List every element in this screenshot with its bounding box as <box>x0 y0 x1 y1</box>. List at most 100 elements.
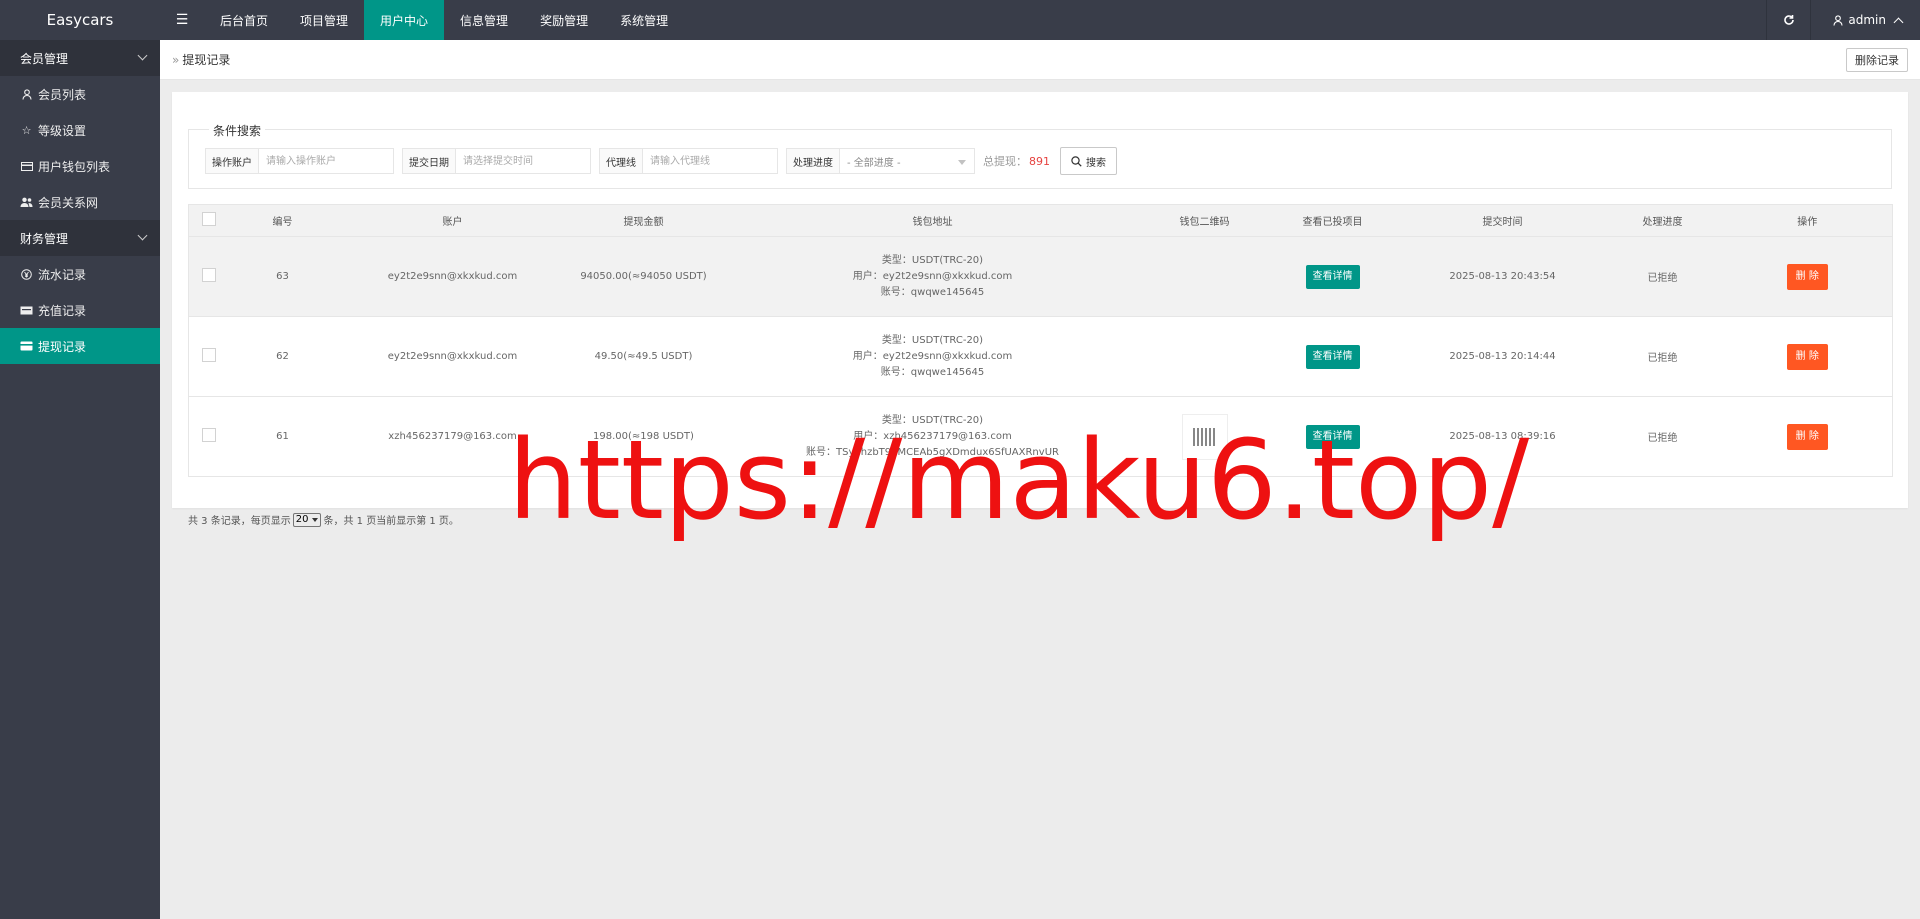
cell-status: 已拒绝 <box>1602 316 1723 397</box>
sidebar-group-members[interactable]: 会员管理 <box>0 40 160 76</box>
cell-action: 删 除 <box>1722 236 1893 317</box>
cell-account: ey2t2e9snn@xkxkud.com <box>336 236 569 317</box>
sidebar-item-flow-records[interactable]: 流水记录 <box>0 256 160 292</box>
account-filter: 操作账户 <box>205 148 394 174</box>
chevron-down-icon <box>137 50 148 61</box>
delete-button[interactable]: 删 除 <box>1786 423 1828 450</box>
search-row: 操作账户 提交日期 代理线 处理进度 - 全部进度 - <box>205 147 1117 175</box>
topnav-item-rewards[interactable]: 奖励管理 <box>524 0 604 40</box>
column-header: 钱包地址 <box>718 204 1147 237</box>
date-label: 提交日期 <box>403 149 456 173</box>
sidebar-item-wallets[interactable]: 用户钱包列表 <box>0 148 160 184</box>
cell-time: 2025-08-13 20:14:44 <box>1402 316 1603 397</box>
sidebar-group-finance[interactable]: 财务管理 <box>0 220 160 256</box>
caret-down-icon <box>312 517 319 522</box>
status-label: 处理进度 <box>787 149 840 173</box>
cell-qr <box>1146 316 1263 397</box>
sidebar-item-label: 流水记录 <box>38 267 87 282</box>
select-all-checkbox[interactable] <box>201 212 216 226</box>
total-withdraw: 总提现： 891 <box>983 153 1050 169</box>
agent-input[interactable] <box>643 149 777 173</box>
cell-action: 删 除 <box>1722 316 1893 397</box>
column-header: 提现金额 <box>568 204 719 237</box>
pager-prefix: 共 3 条记录，每页显示 <box>188 516 291 527</box>
search-fieldset: 条件搜索 操作账户 提交日期 代理线 处理进度 - 全部进度 - <box>188 122 1892 189</box>
cell-time: 2025-08-13 20:43:54 <box>1402 236 1603 317</box>
card-icon <box>20 341 33 351</box>
topnav-item-info[interactable]: 信息管理 <box>444 0 524 40</box>
view-detail-button[interactable]: 查看详情 <box>1305 264 1360 289</box>
cell-wallet: 类型：USDT(TRC-20) 用户：ey2t2e9snn@xkxkud.com… <box>718 236 1147 317</box>
row-checkbox-cell <box>188 236 229 317</box>
sidebar-item-label: 充值记录 <box>38 303 87 318</box>
table-row: 62 ey2t2e9snn@xkxkud.com 49.50(≈49.5 USD… <box>188 316 1893 397</box>
search-legend: 条件搜索 <box>209 122 266 139</box>
date-input[interactable] <box>456 149 590 173</box>
total-label: 总提现： <box>983 155 1027 168</box>
topnav-item-projects[interactable]: 项目管理 <box>284 0 364 40</box>
cell-amount: 49.50(≈49.5 USDT) <box>568 316 719 397</box>
page-size-value: 20 <box>295 514 309 525</box>
row-checkbox[interactable] <box>201 348 216 362</box>
wallet-type: 类型：USDT(TRC-20) <box>881 334 984 346</box>
cell-amount: 94050.00(≈94050 USDT) <box>568 236 719 317</box>
topnav-item-system[interactable]: 系统管理 <box>604 0 684 40</box>
cell-detail: 查看详情 <box>1262 316 1403 397</box>
table-header: 编号 账户 提现金额 钱包地址 钱包二维码 查看已投项目 提交时间 处理进度 操… <box>188 204 1893 237</box>
account-input[interactable] <box>259 149 393 173</box>
sidebar-item-levels[interactable]: ☆ 等级设置 <box>0 112 160 148</box>
row-checkbox[interactable] <box>201 268 216 282</box>
date-filter: 提交日期 <box>402 148 591 174</box>
watermark-text: https://maku6.top/ <box>508 416 1530 544</box>
cell-status: 已拒绝 <box>1602 396 1723 477</box>
status-select[interactable]: - 全部进度 - <box>840 149 974 173</box>
top-right: admin <box>1766 0 1920 40</box>
total-value: 891 <box>1029 155 1050 168</box>
cell-wallet: 类型：USDT(TRC-20) 用户：ey2t2e9snn@xkxkud.com… <box>718 316 1147 397</box>
pager-suffix: 条，共 1 页当前显示第 1 页。 <box>323 516 459 527</box>
breadcrumb-current[interactable]: 提现记录 <box>182 51 230 68</box>
page-size-select[interactable]: 20 <box>292 512 322 527</box>
cell-id: 63 <box>228 236 337 317</box>
column-header: 查看已投项目 <box>1262 204 1403 237</box>
delete-records-button[interactable]: 删除记录 <box>1846 48 1908 72</box>
header-checkbox-cell <box>188 204 229 237</box>
topnav-item-home[interactable]: 后台首页 <box>204 0 284 40</box>
delete-button[interactable]: 删 除 <box>1786 263 1828 290</box>
sidebar-item-label: 等级设置 <box>38 123 87 138</box>
view-detail-button[interactable]: 查看详情 <box>1305 344 1360 369</box>
card-icon <box>20 161 33 171</box>
sidebar-item-relations[interactable]: 会员关系网 <box>0 184 160 220</box>
topnav-item-user-center[interactable]: 用户中心 <box>364 0 445 40</box>
search-icon <box>1071 155 1082 167</box>
table-row: 63 ey2t2e9snn@xkxkud.com 94050.00(≈94050… <box>188 236 1893 317</box>
status-filter: 处理进度 - 全部进度 - <box>786 148 975 174</box>
caret-down-icon <box>958 160 966 165</box>
status-select-value: - 全部进度 - <box>847 157 901 169</box>
refresh-icon[interactable] <box>1766 0 1810 40</box>
agent-label: 代理线 <box>600 149 643 173</box>
search-button[interactable]: 搜索 <box>1060 147 1117 175</box>
sidebar-item-recharge-records[interactable]: 充值记录 <box>0 292 160 328</box>
user-icon <box>20 88 33 100</box>
agent-filter: 代理线 <box>599 148 778 174</box>
cell-id: 62 <box>228 316 337 397</box>
row-checkbox[interactable] <box>201 428 216 442</box>
wallet-user: 用户：ey2t2e9snn@xkxkud.com <box>852 270 1013 282</box>
sidebar-item-withdraw-records[interactable]: 提现记录 <box>0 328 160 364</box>
cell-detail: 查看详情 <box>1262 236 1403 317</box>
delete-button[interactable]: 删 除 <box>1786 343 1828 370</box>
user-icon <box>1833 14 1843 26</box>
sidebar-item-member-list[interactable]: 会员列表 <box>0 76 160 112</box>
sidebar-item-label: 会员关系网 <box>38 195 99 210</box>
row-checkbox-cell <box>188 316 229 397</box>
app-logo[interactable]: Easycars <box>0 0 160 40</box>
menu-toggle-icon[interactable]: ☰ <box>160 0 204 40</box>
user-menu[interactable]: admin <box>1810 0 1920 40</box>
search-button-label: 搜索 <box>1086 157 1106 169</box>
cash-icon <box>20 306 33 315</box>
column-header: 账户 <box>336 204 569 237</box>
column-header: 提交时间 <box>1402 204 1603 237</box>
column-header: 编号 <box>228 204 337 237</box>
sidebar: 会员管理 会员列表 ☆ 等级设置 用户钱包列表 会员关系网 财务管理 流水记录 … <box>0 40 160 919</box>
